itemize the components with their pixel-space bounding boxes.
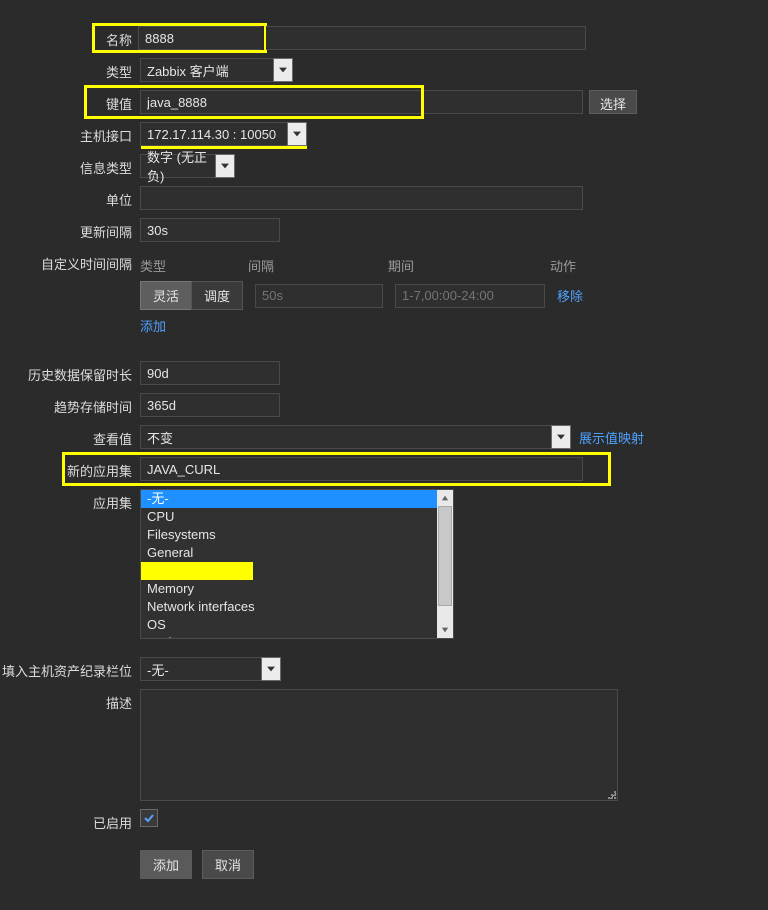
upd-int-label: 更新间隔 [0,218,140,241]
new-app-label: 新的应用集 [0,457,140,480]
chevron-down-icon[interactable] [273,58,293,82]
trend-label: 趋势存储时间 [0,393,140,416]
resize-grip-icon[interactable] [606,789,616,799]
hist-input[interactable] [140,361,280,385]
desc-textarea[interactable] [140,689,618,801]
enabled-label: 已启用 [0,809,140,832]
inv-value: -无- [140,657,262,681]
scroll-down-icon[interactable] [437,622,453,638]
ci-remove-link[interactable]: 移除 [557,286,583,305]
key-label: 键值 [84,90,140,113]
unit-input[interactable] [140,186,583,210]
name-highlight [92,23,267,53]
app-list-item[interactable]: Memory [141,580,437,598]
info-type-select[interactable]: 数字 (无正负) [140,154,235,178]
host-if-highlight [141,146,307,149]
app-list-item[interactable]: General [141,544,437,562]
cancel-button[interactable]: 取消 [202,850,254,879]
unit-label: 单位 [0,186,140,209]
host-if-select[interactable]: 172.17.114.30 : 10050 [140,122,307,146]
name-input-rest[interactable] [266,26,586,50]
ci-tab-schedule[interactable]: 调度 [191,281,243,310]
host-if-value: 172.17.114.30 : 10050 [140,122,288,146]
chevron-down-icon[interactable] [287,122,307,146]
ci-head-type: 类型 [140,256,248,275]
ci-period-input[interactable] [395,284,545,308]
info-type-label: 信息类型 [0,154,140,177]
trend-input[interactable] [140,393,280,417]
ci-head-int: 间隔 [248,256,388,275]
app-list-item[interactable]: Filesystems [141,526,437,544]
desc-label: 描述 [0,689,140,712]
app-list-item[interactable]: -无- [141,490,437,508]
chevron-down-icon[interactable] [261,657,281,681]
scroll-thumb[interactable] [438,506,452,606]
chevron-down-icon[interactable] [215,154,235,178]
cust-int-label: 自定义时间间隔 [0,250,140,273]
enabled-checkbox[interactable] [140,809,158,827]
inv-select[interactable]: -无- [140,657,281,681]
ci-tab-active[interactable]: 灵活 [140,281,192,310]
key-input[interactable] [140,90,583,114]
host-if-label: 主机接口 [0,122,140,145]
view-val-select[interactable]: 不变 [140,425,571,449]
app-list-item[interactable]: OS [141,616,437,634]
new-app-input[interactable] [140,457,583,481]
chevron-down-icon[interactable] [551,425,571,449]
inv-label: 填入主机资产纪录栏位 [0,657,140,680]
app-list-item[interactable]: Network interfaces [141,598,437,616]
view-val-value: 不变 [140,425,552,449]
name-input-visible[interactable] [138,26,261,50]
check-icon [144,813,154,823]
ci-head-action: 动作 [550,256,576,275]
app-list-item[interactable]: CPU [141,508,437,526]
app-list-item[interactable] [141,562,253,580]
type-select[interactable]: Zabbix 客户端 [140,58,293,82]
view-val-label: 查看值 [0,425,140,448]
app-list-item[interactable]: Performance [141,634,437,638]
ci-head-period: 期间 [388,256,550,275]
scroll-up-icon[interactable] [437,490,453,506]
key-select-button[interactable]: 选择 [589,90,637,114]
type-label: 类型 [0,58,140,81]
app-listbox[interactable]: -无-CPUFilesystemsGeneral MemoryNetwork i… [140,489,454,639]
type-value: Zabbix 客户端 [140,58,274,82]
view-val-map-link[interactable]: 展示值映射 [579,428,644,447]
app-scrollbar[interactable] [437,490,453,638]
upd-int-input[interactable] [140,218,280,242]
ci-add-link[interactable]: 添加 [140,319,166,334]
info-type-value: 数字 (无正负) [140,154,216,178]
add-button[interactable]: 添加 [140,850,192,879]
hist-label: 历史数据保留时长 [0,361,140,384]
ci-int-input[interactable] [255,284,383,308]
app-label: 应用集 [0,489,140,512]
